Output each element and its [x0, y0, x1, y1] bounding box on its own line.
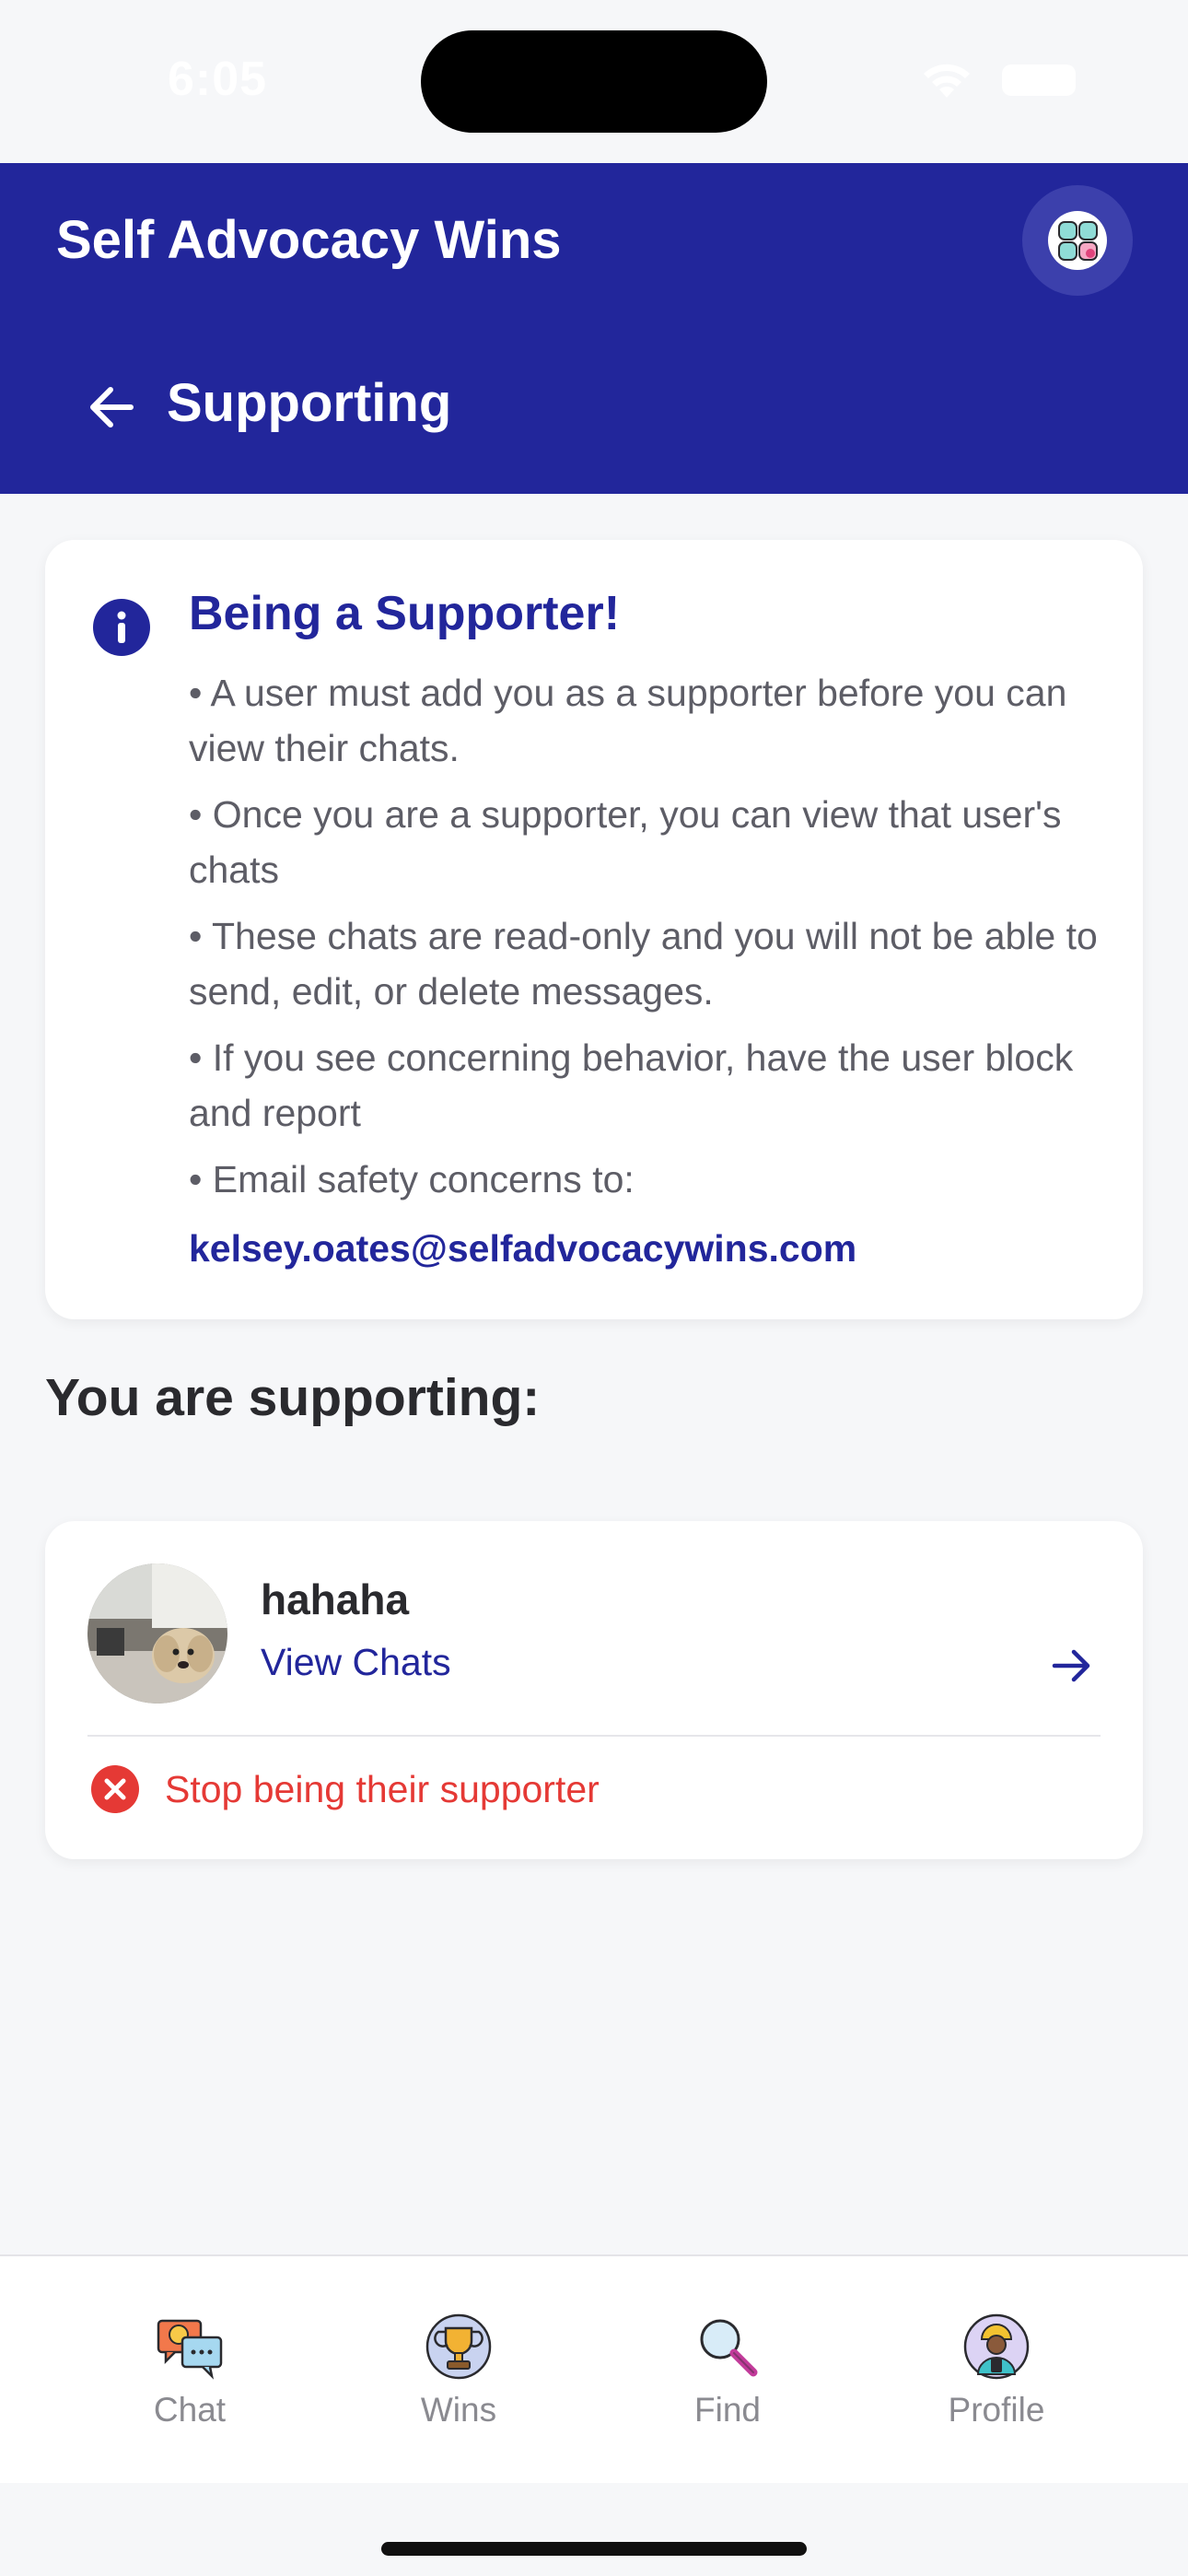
close-circle-icon[interactable] — [91, 1765, 139, 1813]
tab-label: Find — [694, 2391, 761, 2429]
stop-supporting-button[interactable]: Stop being their supporter — [165, 1768, 600, 1811]
app-title: Self Advocacy Wins — [56, 210, 562, 270]
info-bullet: • A user must add you as a supporter bef… — [189, 672, 1067, 769]
tab-chat[interactable]: Chat — [98, 2312, 282, 2430]
profile-icon — [963, 2313, 1030, 2380]
info-bullet: • Once you are a supporter, you can view… — [189, 793, 1062, 891]
section-heading: You are supporting: — [45, 1368, 541, 1427]
arrow-right-icon[interactable] — [1049, 1643, 1095, 1689]
view-chats-link[interactable]: View Chats — [261, 1641, 451, 1684]
info-bullet: • If you see concerning behavior, have t… — [189, 1036, 1074, 1134]
dynamic-island — [421, 30, 767, 133]
tab-label: Wins — [420, 2391, 497, 2429]
app-menu-button[interactable] — [1022, 185, 1133, 296]
info-bullet-list: • A user must add you as a supporter bef… — [189, 665, 1101, 1218]
info-bullet: • Email safety concerns to: — [189, 1158, 635, 1200]
status-time: 6:05 — [168, 53, 268, 106]
trophy-icon — [425, 2313, 492, 2380]
back-arrow-icon[interactable] — [83, 379, 140, 436]
app-header: Self Advocacy Wins Supporting — [0, 163, 1188, 494]
safety-email-link[interactable]: kelsey.oates@selfadvocacywins.com — [189, 1227, 856, 1270]
tab-label: Profile — [948, 2391, 1045, 2429]
supporter-info-card: Being a Supporter! • A user must add you… — [45, 540, 1143, 1319]
chat-icon — [157, 2319, 223, 2380]
magnifier-icon — [700, 2319, 758, 2377]
page-title: Supporting — [167, 373, 452, 433]
tab-find[interactable]: Find — [635, 2312, 820, 2430]
info-bullet: • These chats are read-only and you will… — [189, 915, 1098, 1013]
wifi-icon — [924, 64, 970, 98]
tab-profile[interactable]: Profile — [904, 2312, 1089, 2430]
divider — [87, 1735, 1101, 1737]
info-title: Being a Supporter! — [189, 587, 621, 640]
avatar — [87, 1563, 227, 1704]
status-bar: 6:05 — [0, 0, 1188, 163]
apps-grid-icon — [1048, 211, 1107, 270]
tab-wins[interactable]: Wins — [367, 2312, 551, 2430]
bottom-tab-bar: Chat Wins Find Profile — [0, 2254, 1188, 2483]
supported-user-card: hahaha View Chats Stop being their suppo… — [45, 1521, 1143, 1859]
tab-label: Chat — [153, 2391, 227, 2429]
info-icon — [93, 599, 150, 656]
supported-user-name: hahaha — [261, 1575, 410, 1623]
battery-icon — [1002, 64, 1076, 96]
home-indicator — [381, 2542, 807, 2556]
